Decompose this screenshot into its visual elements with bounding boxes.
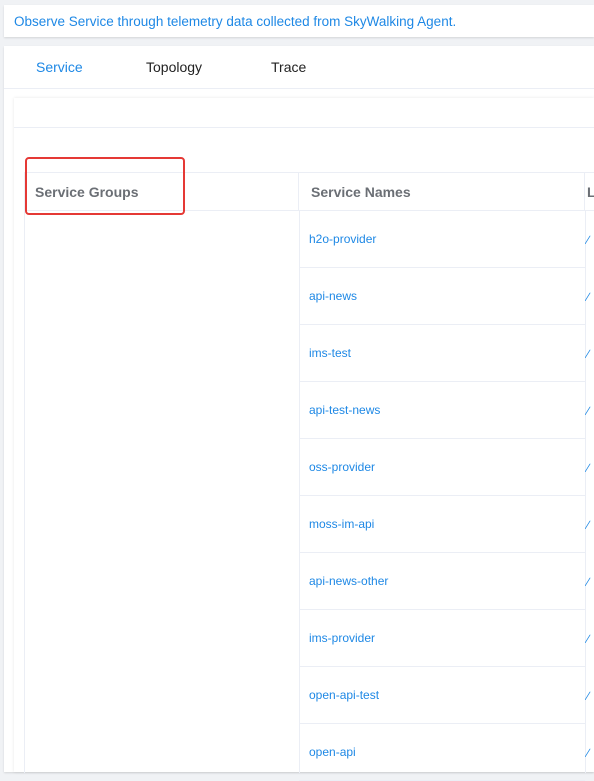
service-link[interactable]: api-test-news — [309, 403, 380, 417]
banner-text: Observe Service through telemetry data c… — [14, 14, 457, 29]
service-link[interactable]: api-news — [309, 289, 357, 303]
column-header-truncated: L — [585, 173, 594, 211]
table-row: ims-test — [299, 325, 585, 382]
table-row: h2o-provider — [299, 211, 585, 268]
edit-icon[interactable]: ∕ — [587, 632, 589, 646]
tab-bar: Service Topology Trace — [4, 46, 594, 89]
service-link[interactable]: api-news-other — [309, 574, 388, 588]
edit-icon[interactable]: ∕ — [587, 404, 589, 418]
service-names-column: h2o-provider api-news ims-test api-test-… — [299, 211, 586, 781]
table-row: api-news — [299, 268, 585, 325]
service-link[interactable]: open-api-test — [309, 688, 379, 702]
service-link[interactable]: moss-im-api — [309, 517, 374, 531]
table-row: oss-provider — [299, 439, 585, 496]
edit-icon[interactable]: ∕ — [587, 689, 589, 703]
edit-icon[interactable]: ∕ — [587, 233, 589, 247]
tab-topology[interactable]: Topology — [146, 59, 202, 75]
table-row: moss-im-api — [299, 496, 585, 553]
info-banner: Observe Service through telemetry data c… — [4, 5, 594, 37]
service-panel: Service Groups Service Names L h2o-provi… — [14, 98, 594, 781]
service-groups-cell — [25, 211, 300, 773]
edit-icon[interactable]: ∕ — [587, 290, 589, 304]
tab-service[interactable]: Service — [36, 59, 83, 75]
service-link[interactable]: h2o-provider — [309, 232, 376, 246]
table-row: open-api-test — [299, 667, 585, 724]
action-column: ∕ ∕ ∕ ∕ ∕ ∕ ∕ ∕ ∕ ∕ — [585, 211, 594, 773]
column-header-service-groups: Service Groups — [25, 173, 299, 211]
edit-icon[interactable]: ∕ — [587, 461, 589, 475]
table-row: api-test-news — [299, 382, 585, 439]
edit-icon[interactable]: ∕ — [587, 518, 589, 532]
table-row: api-news-other — [299, 553, 585, 610]
table-row: ims-provider — [299, 610, 585, 667]
table-row: open-api — [299, 724, 585, 781]
edit-icon[interactable]: ∕ — [587, 347, 589, 361]
column-header-service-names: Service Names — [299, 173, 585, 211]
panel-header — [14, 98, 594, 128]
service-link[interactable]: oss-provider — [309, 460, 375, 474]
edit-icon[interactable]: ∕ — [587, 746, 589, 760]
main-card: Service Topology Trace Service Groups Se… — [4, 46, 594, 781]
service-link[interactable]: open-api — [309, 745, 356, 759]
service-link[interactable]: ims-provider — [309, 631, 375, 645]
tab-trace[interactable]: Trace — [271, 59, 306, 75]
service-link[interactable]: ims-test — [309, 346, 351, 360]
services-table: Service Groups Service Names L h2o-provi… — [24, 172, 594, 781]
edit-icon[interactable]: ∕ — [587, 575, 589, 589]
